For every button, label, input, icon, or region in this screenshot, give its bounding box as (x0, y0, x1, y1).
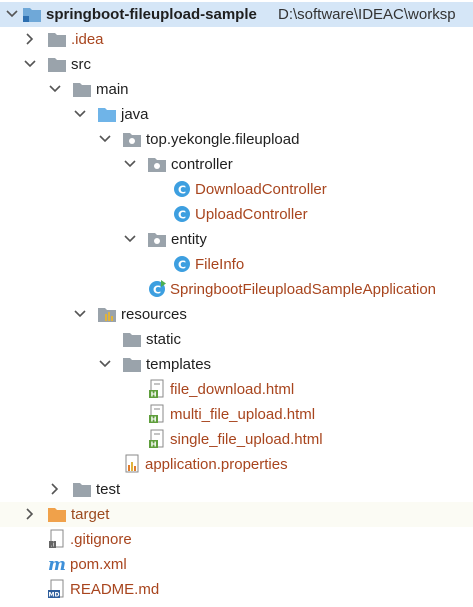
html-file-icon: H (149, 429, 164, 449)
tree-row-download-controller[interactable]: C DownloadController (0, 177, 473, 202)
node-label: java (121, 106, 149, 123)
folder-icon (73, 483, 91, 497)
tree-row-target[interactable]: target (0, 502, 473, 527)
tree-row-application-properties[interactable]: application.properties (0, 452, 473, 477)
node-label: static (146, 331, 182, 348)
tree-row-templates[interactable]: templates (0, 352, 473, 377)
node-label: main (96, 81, 129, 98)
tree-row-controller[interactable]: controller (0, 152, 473, 177)
node-label: FileInfo (195, 256, 245, 273)
node-label: entity (171, 231, 207, 248)
svg-text:C: C (178, 184, 186, 197)
node-label: README.md (70, 581, 160, 598)
tree-row-idea[interactable]: .idea (0, 27, 473, 52)
chevron-right-icon[interactable] (22, 31, 38, 47)
folder-icon (123, 333, 141, 347)
tree-row-package[interactable]: top.yekongle.fileupload (0, 127, 473, 152)
markdown-icon: MD (48, 579, 64, 599)
tree-row-resources[interactable]: resources (0, 302, 473, 327)
tree-row-gitignore[interactable]: .i .gitignore (0, 527, 473, 552)
tree-row-java[interactable]: java (0, 102, 473, 127)
node-label: DownloadController (195, 181, 327, 198)
project-name: springboot-fileupload-sample (46, 6, 257, 23)
folder-icon (48, 33, 66, 47)
svg-text:C: C (178, 209, 186, 222)
package-icon (148, 233, 166, 247)
tree-row-readme[interactable]: MD README.md (0, 577, 473, 602)
node-label: src (71, 56, 91, 73)
svg-text:H: H (151, 441, 157, 449)
tree-row-static[interactable]: static (0, 327, 473, 352)
node-label: test (96, 481, 121, 498)
tree-row-project-root[interactable]: springboot-fileupload-sample D:\software… (0, 2, 473, 27)
folder-icon (123, 358, 141, 372)
node-label: .gitignore (70, 531, 132, 548)
tree-row-file-info[interactable]: C FileInfo (0, 252, 473, 277)
svg-text:C: C (153, 284, 161, 297)
tree-row-upload-controller[interactable]: C UploadController (0, 202, 473, 227)
class-icon: C (174, 181, 190, 197)
node-label: templates (146, 356, 212, 373)
chevron-down-icon[interactable] (122, 231, 138, 247)
chevron-down-icon[interactable] (122, 156, 138, 172)
tree-row-multi-file-upload-html[interactable]: H multi_file_upload.html (0, 402, 473, 427)
html-file-icon: H (149, 379, 164, 399)
tree-row-pom[interactable]: m pom.xml (0, 552, 473, 577)
tree-row-src[interactable]: src (0, 52, 473, 77)
tree-row-entity[interactable]: entity (0, 227, 473, 252)
svg-text:H: H (151, 391, 157, 399)
chevron-down-icon[interactable] (72, 106, 88, 122)
project-path: D:\software\IDEAC\worksp (278, 6, 456, 23)
chevron-down-icon[interactable] (97, 131, 113, 147)
excluded-folder-icon (48, 508, 66, 522)
chevron-right-icon[interactable] (47, 481, 63, 497)
node-label: target (71, 506, 110, 523)
node-label: top.yekongle.fileupload (146, 131, 300, 148)
node-label: .idea (71, 31, 104, 48)
node-label: pom.xml (70, 556, 127, 573)
chevron-down-icon[interactable] (47, 81, 63, 97)
chevron-down-icon[interactable] (4, 6, 20, 22)
svg-text:m: m (48, 555, 66, 574)
node-label: resources (121, 306, 187, 323)
html-file-icon: H (149, 404, 164, 424)
chevron-down-icon[interactable] (22, 56, 38, 72)
node-label: UploadController (195, 206, 308, 223)
properties-file-icon (125, 454, 139, 473)
tree-row-file-download-html[interactable]: H file_download.html (0, 377, 473, 402)
project-tree: springboot-fileupload-sample D:\software… (0, 0, 473, 607)
resources-root-icon (98, 308, 116, 322)
gitignore-file-icon: .i (49, 529, 64, 549)
tree-row-test[interactable]: test (0, 477, 473, 502)
node-label: application.properties (145, 456, 288, 473)
package-icon (123, 133, 141, 147)
class-icon: C (174, 206, 190, 222)
folder-icon (48, 58, 66, 72)
node-label: multi_file_upload.html (170, 406, 316, 423)
maven-icon: m (48, 555, 66, 574)
spring-boot-class-icon: C (149, 280, 166, 297)
chevron-down-icon[interactable] (72, 306, 88, 322)
folder-icon (73, 83, 91, 97)
svg-text:MD: MD (49, 592, 60, 599)
module-folder-icon (23, 8, 41, 22)
tree-row-main[interactable]: main (0, 77, 473, 102)
tree-row-application-class[interactable]: C SpringbootFileuploadSampleApplication (0, 277, 473, 302)
tree-row-single-file-upload-html[interactable]: H single_file_upload.html (0, 427, 473, 452)
node-label: single_file_upload.html (170, 431, 323, 448)
chevron-down-icon[interactable] (97, 356, 113, 372)
svg-text:.i: .i (51, 542, 55, 549)
node-label: controller (171, 156, 233, 173)
source-root-icon (98, 108, 116, 122)
chevron-right-icon[interactable] (22, 506, 38, 522)
svg-text:C: C (178, 259, 186, 272)
node-label: file_download.html (170, 381, 295, 398)
class-icon: C (174, 256, 190, 272)
svg-text:H: H (151, 416, 157, 424)
package-icon (148, 158, 166, 172)
node-label: SpringbootFileuploadSampleApplication (170, 281, 437, 298)
